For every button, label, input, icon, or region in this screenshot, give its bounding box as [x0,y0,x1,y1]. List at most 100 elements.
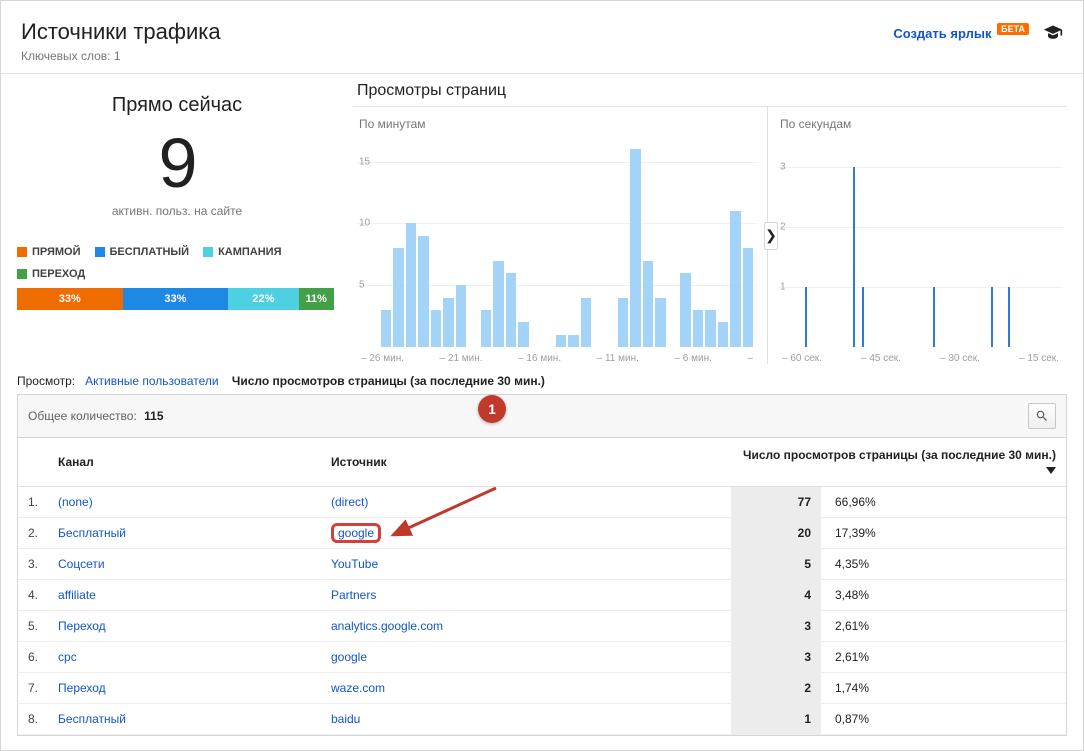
source-link[interactable]: analytics.google.com [331,619,443,633]
beta-badge: БЕТА [997,23,1029,35]
pageviews-pct: 17,39% [821,518,1066,549]
chart-bar [718,322,728,347]
row-index: 1. [18,487,48,518]
distribution-segment: 22% [228,288,298,310]
chart-bar [443,298,453,347]
tab-pageviews-30min[interactable]: Число просмотров страницы (за последние … [232,374,545,388]
th-channel[interactable]: Канал [48,438,321,487]
th-count-label: Число просмотров страницы (за последние … [743,448,1056,462]
active-users-label: активн. польз. на сайте [17,204,337,218]
distribution-segment: 33% [17,288,123,310]
view-switcher: Просмотр: Активные пользователи Число пр… [1,364,1083,394]
channel-link[interactable]: Бесплатный [58,712,126,726]
pageviews-pct: 3,48% [821,580,1066,611]
pageviews-pct: 1,74% [821,673,1066,704]
chart-bar [431,310,441,347]
pageviews-count: 3 [731,611,821,642]
xtick: – 21 мин. [440,353,483,364]
chart-bar [805,287,807,347]
sort-descending-icon [1046,465,1056,475]
channel-link[interactable]: Соцсети [58,557,105,571]
table-row: 7.Переходwaze.com21,74% [18,673,1066,704]
legend-item: КАМПАНИЯ [203,246,281,258]
row-index: 7. [18,673,48,704]
subtitle-label: Ключевых слов: [21,49,111,63]
distribution-segment: 33% [123,288,229,310]
channel-link[interactable]: cpc [58,650,77,664]
chart-bar [581,298,591,347]
xtick: – 11 мин. [597,353,639,364]
channel-link[interactable]: Бесплатный [58,526,126,540]
chart-bar [643,261,653,347]
row-index: 5. [18,611,48,642]
create-shortcut-link[interactable]: Создать ярлык БЕТА [893,26,1029,41]
channel-link[interactable]: affiliate [58,588,96,602]
per-second-chart: ❯ По секундам 123 – 60 сек.– 45 сек.– 30… [767,107,1067,364]
row-index: 4. [18,580,48,611]
pageviews-count: 5 [731,549,821,580]
xtick: – 30 сек. [940,353,980,364]
pageviews-count: 77 [731,487,821,518]
chart-bar [393,248,403,347]
source-link-highlighted[interactable]: google [331,523,381,543]
table-row: 5.Переходanalytics.google.com32,61% [18,611,1066,642]
ytick: 15 [359,156,370,167]
chart-bar [506,273,516,347]
table-row: 2.Бесплатныйgoogle2017,39% [18,518,1066,549]
channel-link[interactable]: Переход [58,681,106,695]
source-link[interactable]: Partners [331,588,376,602]
tab-active-users[interactable]: Активные пользователи [85,374,218,388]
chart-bar [618,298,628,347]
chart-bar [630,149,640,347]
chart-bar [381,310,391,347]
chart-bar [730,211,740,347]
per-minute-label: По минутам [357,117,757,131]
page-title: Источники трафика [21,19,221,45]
pageviews-pct: 0,87% [821,704,1066,735]
create-shortcut-label: Создать ярлык [893,26,991,41]
pageviews-count: 1 [731,704,821,735]
per-second-label: По секундам [778,117,1063,131]
ytick: 2 [780,222,786,233]
chevron-right-icon[interactable]: ❯ [764,222,778,250]
ytick: 10 [359,218,370,229]
total-label: Общее количество: [28,409,137,423]
source-link[interactable]: google [331,650,367,664]
chart-bar [456,285,466,347]
traffic-distribution-bar: 33%33%22%11% [17,288,337,310]
row-index: 6. [18,642,48,673]
row-index: 3. [18,549,48,580]
table-row: 1.(none)(direct)7766,96% [18,487,1066,518]
legend-swatch [17,269,27,279]
source-link[interactable]: baidu [331,712,360,726]
chart-bar [991,287,993,347]
row-index: 8. [18,704,48,735]
pageviews-title: Просмотры страниц [353,74,1067,107]
search-button[interactable] [1028,403,1056,429]
chart-bar [493,261,503,347]
table-row: 6. cpc google 32,61% [18,642,1066,673]
chart-bar [418,236,428,347]
pageviews-pct: 2,61% [821,642,1066,673]
source-link[interactable]: (direct) [331,495,368,509]
th-source[interactable]: Источник [321,438,731,487]
chart-bar [481,310,491,347]
xtick: – 6 мин. [674,353,711,364]
channel-link[interactable]: (none) [58,495,93,509]
chart-bar [862,287,864,347]
legend-label: БЕСПЛАТНЫЙ [110,246,190,258]
chart-bar [406,223,416,347]
sources-table: Канал Источник Число просмотров страницы… [18,438,1066,735]
chart-bar [705,310,715,347]
th-count[interactable]: Число просмотров страницы (за последние … [731,438,1066,487]
pageviews-count: 3 [731,642,821,673]
chart-bar [680,273,690,347]
legend-item: ПЕРЕХОД [17,268,85,280]
source-link[interactable]: waze.com [331,681,385,695]
sources-table-container: Общее количество: 115 Канал Источник Чис… [17,394,1067,736]
channel-link[interactable]: Переход [58,619,106,633]
pageviews-count: 4 [731,580,821,611]
active-users-count: 9 [17,125,337,202]
graduation-cap-icon[interactable] [1043,23,1063,43]
source-link[interactable]: YouTube [331,557,378,571]
